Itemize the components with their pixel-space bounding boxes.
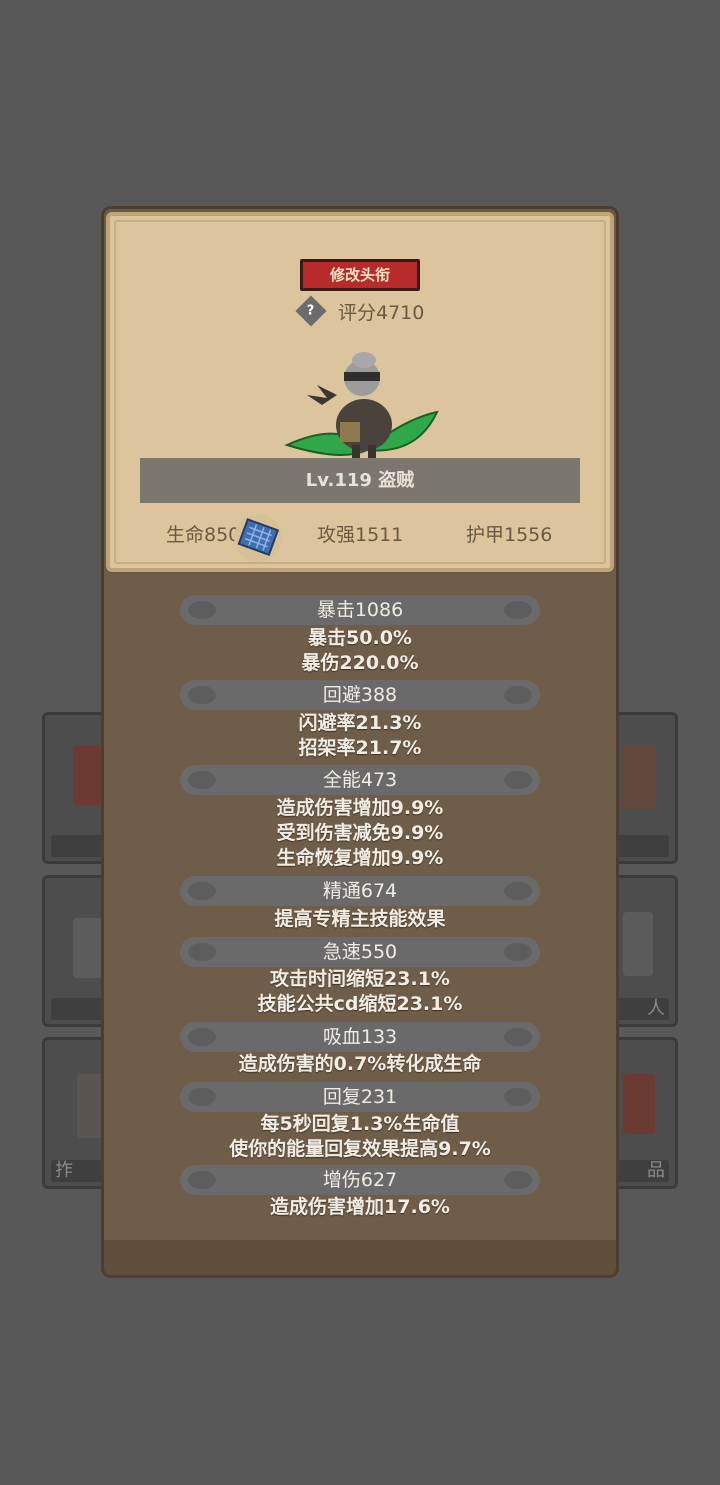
bg-item-shape	[621, 745, 655, 809]
character-sprite	[284, 352, 439, 459]
bg-item-shape	[623, 912, 653, 976]
section-line: 造成伤害增加17.6%	[270, 1196, 450, 1218]
level-class-bar: Lv.119 盗贼	[140, 458, 580, 503]
bg-card-label: 拃	[55, 1160, 73, 1181]
section-line: 造成伤害增加9.9%	[276, 797, 444, 819]
stat-armor: 护甲1556	[466, 524, 553, 546]
stat-hp: 生命850	[166, 524, 241, 546]
section-header-mastery: 精通674	[180, 876, 540, 906]
blue-scroll-icon[interactable]	[232, 512, 284, 564]
panel-bottom-edge	[101, 1240, 619, 1278]
section-header-versatility: 全能473	[180, 765, 540, 795]
section-header-damage-boost: 增伤627	[180, 1165, 540, 1195]
bg-card-label: 人	[647, 998, 665, 1019]
edit-title-button[interactable]: 修改头衔	[300, 259, 420, 291]
section-line: 暴击50.0%	[308, 627, 412, 649]
section-line: 暴伤220.0%	[301, 652, 419, 674]
section-header-lifesteal: 吸血133	[180, 1022, 540, 1052]
stat-attack: 攻强1511	[317, 524, 404, 546]
section-header-regen: 回复231	[180, 1082, 540, 1112]
section-line: 受到伤害减免9.9%	[276, 822, 444, 844]
section-line: 生命恢复增加9.9%	[276, 847, 444, 869]
section-line: 提高专精主技能效果	[274, 908, 446, 930]
section-line: 每5秒回复1.3%生命值	[260, 1113, 460, 1135]
score-row: ? 评分4710	[295, 295, 425, 327]
score-text: 评分4710	[338, 301, 425, 324]
section-line: 技能公共cd缩短23.1%	[257, 993, 463, 1015]
bg-item-shape	[623, 1074, 655, 1134]
section-line: 造成伤害的0.7%转化成生命	[238, 1053, 482, 1075]
section-header-evasion: 回避388	[180, 680, 540, 710]
section-line: 使你的能量回复效果提高9.7%	[229, 1138, 491, 1160]
section-line: 攻击时间缩短23.1%	[270, 968, 450, 990]
section-header-haste: 急速550	[180, 937, 540, 967]
bg-card-label: 品	[647, 1160, 665, 1181]
section-line: 闪避率21.3%	[298, 712, 422, 734]
section-line: 招架率21.7%	[298, 737, 422, 759]
section-header-crit: 暴击1086	[180, 595, 540, 625]
question-diamond-icon[interactable]: ?	[295, 295, 327, 327]
